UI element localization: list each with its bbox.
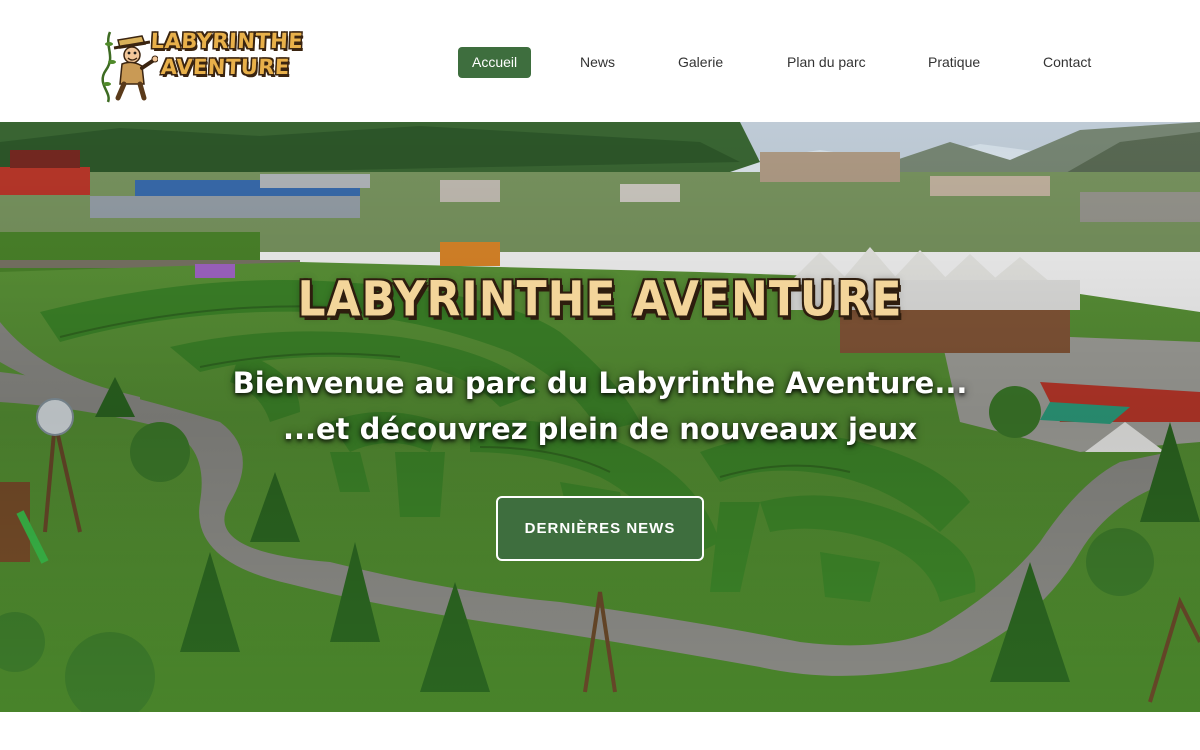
site-header: LABYRINTHE AVENTURE Accueil News Galerie… — [0, 0, 1200, 122]
nav-pratique[interactable]: Pratique — [928, 47, 980, 78]
hero-subtitle-line-1: Bienvenue au parc du Labyrinthe Aventure… — [232, 366, 968, 400]
nav-news[interactable]: News — [580, 47, 615, 78]
hero-banner: LABYRINTHE AVENTURE Bienvenue au parc du… — [0, 122, 1200, 712]
nav-galerie[interactable]: Galerie — [678, 47, 723, 78]
nav-accueil[interactable]: Accueil — [458, 47, 532, 78]
logo-line-1: LABYRINTHE — [150, 29, 304, 53]
hero-title: LABYRINTHE AVENTURE — [297, 271, 903, 328]
hero-subtitle-line-2: ...et découvrez plein de nouveaux jeux — [282, 412, 918, 446]
latest-news-button[interactable]: DERNIÈRES NEWS — [496, 496, 704, 561]
nav-plan-du-parc[interactable]: Plan du parc — [787, 47, 866, 78]
nav-contact[interactable]: Contact — [1043, 47, 1091, 78]
logo-line-2: AVENTURE — [160, 55, 291, 79]
page-content-start — [0, 712, 1200, 750]
site-logo[interactable]: LABYRINTHE AVENTURE — [98, 26, 304, 104]
logo-wordmark: LABYRINTHE AVENTURE — [149, 28, 304, 80]
